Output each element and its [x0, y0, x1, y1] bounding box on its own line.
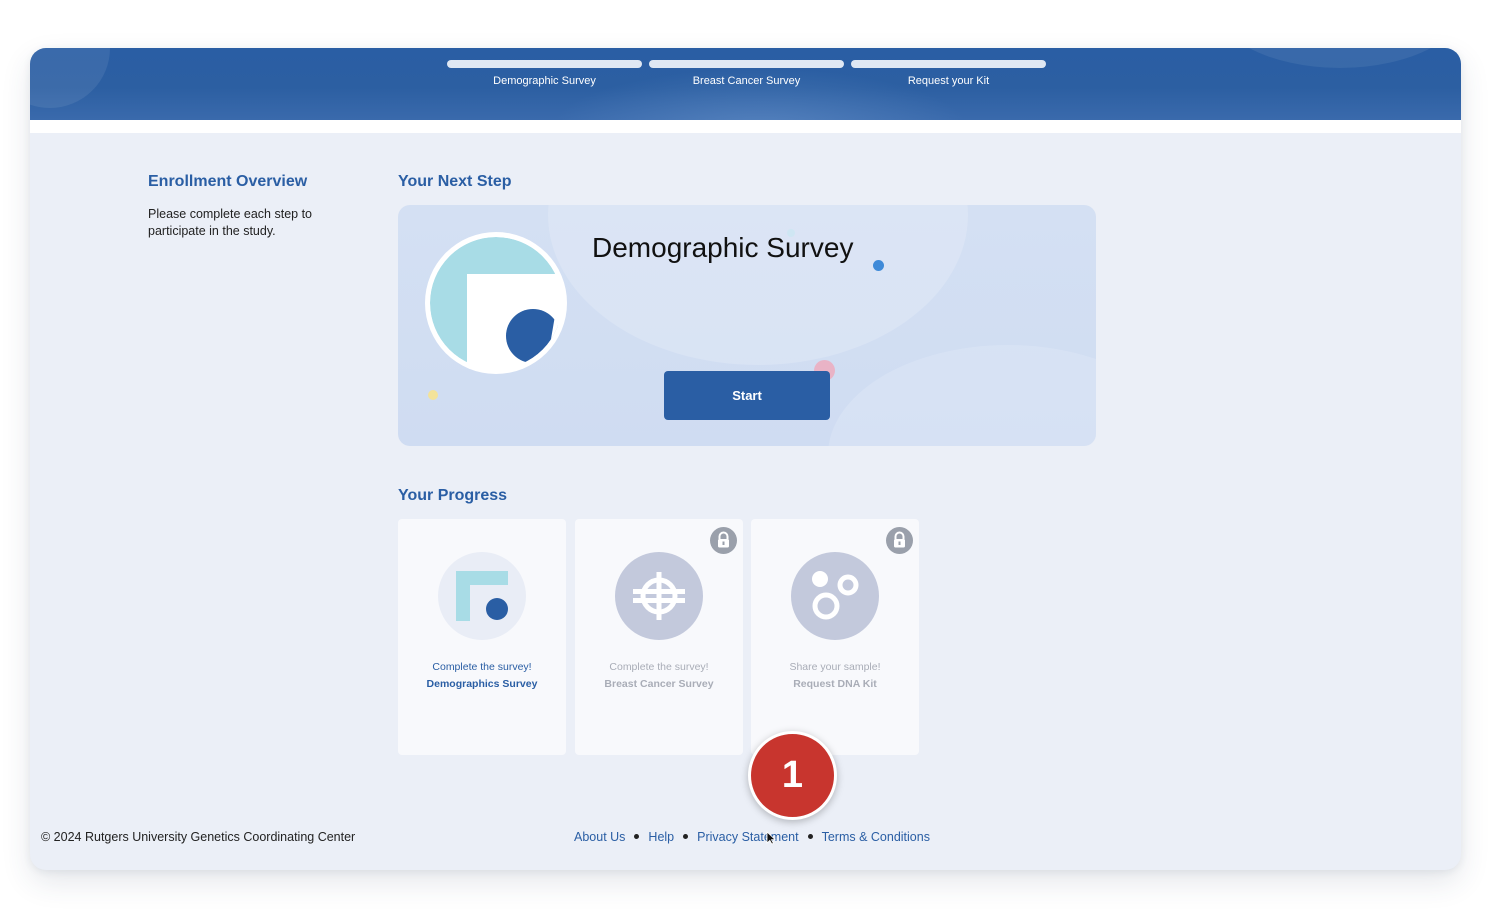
step-bar — [447, 60, 642, 68]
dna-sample-icon — [812, 571, 859, 620]
progress-card-caption: Complete the survey! — [432, 661, 532, 673]
separator-dot — [683, 834, 689, 840]
progress-title: Your Progress — [398, 487, 508, 504]
separator-dot — [634, 834, 640, 840]
step-breast-cancer-survey[interactable]: Breast Cancer Survey — [649, 60, 844, 87]
progress-icon-circle — [438, 552, 526, 640]
progress-card-breast-cancer[interactable]: Complete the survey! Breast Cancer Surve… — [575, 519, 743, 755]
step-number-badge: 1 — [748, 731, 837, 820]
lock-icon — [710, 527, 737, 554]
mouse-cursor-icon — [766, 831, 776, 845]
progress-card-title: Breast Cancer Survey — [604, 678, 714, 690]
step-label: Request your Kit — [907, 75, 990, 87]
demographics-illustration — [425, 232, 567, 374]
decorative-dot — [873, 260, 884, 271]
copyright-text: © 2024 Rutgers University Genetics Coord… — [41, 830, 356, 844]
separator-dot — [807, 834, 813, 840]
enrollment-overview-title: Enrollment Overview — [148, 173, 308, 190]
step-demographic-survey[interactable]: Demographic Survey — [447, 60, 642, 87]
next-step-card: Demographic Survey Start — [398, 205, 1096, 446]
footer-links: About Us Help Privacy Statement Terms & Con… — [574, 830, 930, 844]
privacy-statement-link[interactable]: Privacy Statement — [697, 830, 798, 844]
next-step-heading: Demographic Survey — [592, 232, 854, 263]
about-us-link[interactable]: About Us — [574, 830, 625, 844]
lock-icon — [886, 527, 913, 554]
progress-card-dna-kit[interactable]: Share your sample! Request DNA Kit — [751, 519, 919, 755]
terms-conditions-link[interactable]: Terms & Conditions — [822, 830, 930, 844]
step-label: Demographic Survey — [493, 75, 596, 87]
demographics-icon — [426, 233, 566, 373]
step-indicator: Demographic Survey Breast Cancer Survey … — [447, 60, 1047, 90]
step-bar — [649, 60, 844, 68]
progress-card-caption: Complete the survey! — [609, 661, 709, 673]
crosshair-icon — [633, 572, 685, 620]
enrollment-overview-text: Please complete each step to participate… — [148, 207, 312, 238]
progress-card-title: Request DNA Kit — [793, 678, 877, 690]
progress-card-caption: Share your sample! — [789, 661, 881, 673]
progress-card-title: Demographics Survey — [426, 678, 538, 690]
progress-icon-circle — [791, 552, 879, 640]
card-decoration — [828, 345, 1096, 446]
start-button[interactable]: Start — [664, 371, 830, 420]
demographics-icon — [456, 571, 508, 621]
next-step-title: Your Next Step — [398, 173, 512, 190]
header-decoration — [1210, 48, 1461, 68]
progress-card-demographics[interactable]: Complete the survey! Demographics Survey — [398, 519, 566, 755]
step-bar — [851, 60, 1046, 68]
header-decoration — [30, 48, 110, 108]
card-decoration — [548, 205, 968, 365]
step-request-kit[interactable]: Request your Kit — [851, 60, 1046, 87]
progress-header: Demographic Survey Breast Cancer Survey … — [30, 48, 1461, 120]
step-label: Breast Cancer Survey — [692, 75, 801, 87]
decorative-dot — [428, 390, 438, 400]
header-divider — [30, 120, 1461, 133]
help-link[interactable]: Help — [648, 830, 674, 844]
progress-icon-circle — [615, 552, 703, 640]
app-window: Demographic Survey Breast Cancer Survey … — [30, 48, 1461, 870]
